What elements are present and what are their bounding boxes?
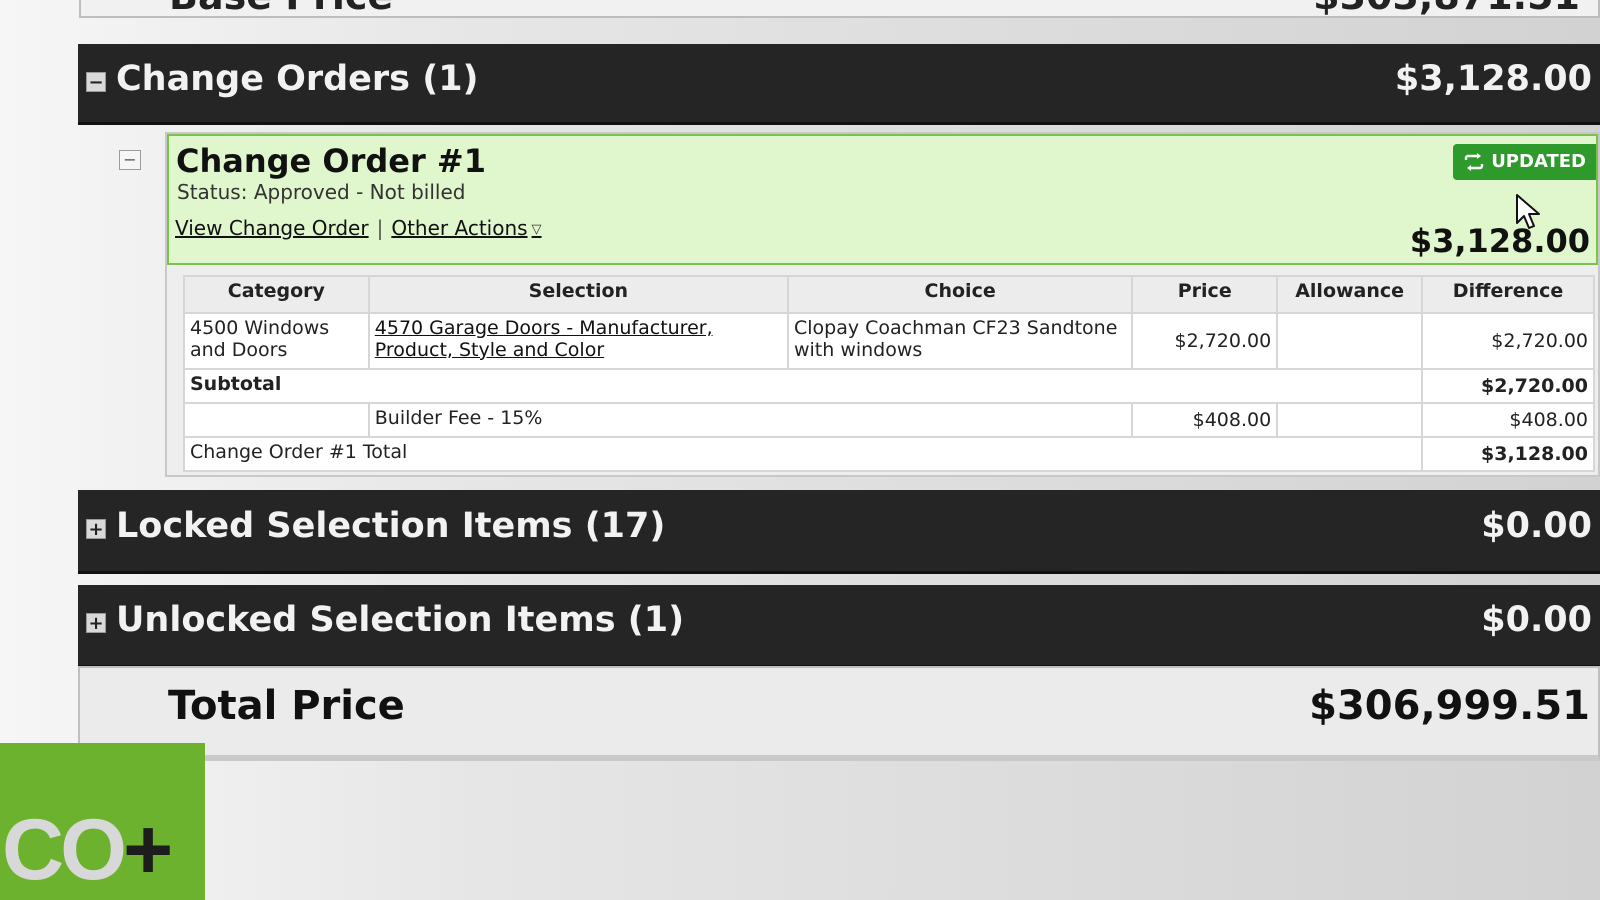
updated-badge: UPDATED: [1453, 144, 1596, 180]
updated-badge-label: UPDATED: [1491, 151, 1586, 172]
change-order-table: Category Selection Choice Price Allowanc…: [182, 275, 1595, 472]
column-header-selection: Selection: [367, 275, 789, 314]
change-order-amount: $3,128.00: [1409, 222, 1590, 260]
locked-selection-section-header[interactable]: + Locked Selection Items (17) $0.00: [78, 490, 1600, 574]
change-order-total-label: Change Order #1 Total: [182, 436, 1424, 472]
base-price-label: Base Price: [169, 0, 393, 18]
fee-empty-cell: [183, 402, 370, 438]
link-separator: |: [376, 216, 384, 240]
cell-selection: 4570 Garage Doors - Manufacturer, Produc…: [367, 312, 789, 370]
table-header-row: Category Selection Choice Price Allowanc…: [183, 275, 1595, 314]
change-order-total-row: Change Order #1 Total $3,128.00: [182, 436, 1595, 472]
co-plus-logo: CO+: [0, 743, 205, 900]
other-actions-label: Other Actions: [391, 216, 528, 240]
mouse-pointer-icon: [1516, 194, 1540, 229]
subtotal-row: Subtotal $2,720.00: [182, 368, 1595, 404]
total-price-row: Total Price $306,999.51: [78, 666, 1600, 761]
cell-difference: $2,720.00: [1421, 312, 1595, 370]
change-order-status: Status: Approved - Not billed: [177, 180, 466, 204]
change-order-actions: View Change Order | Other Actions ▽: [175, 216, 542, 240]
view-change-order-link[interactable]: View Change Order: [175, 216, 369, 240]
subtotal-label: Subtotal: [182, 368, 1424, 404]
builder-fee-label: Builder Fee - 15%: [367, 402, 1134, 438]
fee-allowance-cell: [1276, 402, 1424, 438]
builder-fee-difference: $408.00: [1421, 402, 1595, 438]
change-order-title: Change Order #1: [176, 142, 486, 180]
caret-down-icon: ▽: [531, 222, 542, 237]
builder-fee-price: $408.00: [1131, 402, 1279, 438]
column-header-price: Price: [1131, 275, 1279, 314]
unlocked-selection-title: Unlocked Selection Items (1): [116, 600, 685, 640]
column-header-difference: Difference: [1421, 275, 1595, 314]
change-order-total-difference: $3,128.00: [1421, 436, 1595, 472]
cell-choice: Clopay Coachman CF23 Sandtone with windo…: [786, 312, 1134, 370]
unlocked-selection-section-header[interactable]: + Unlocked Selection Items (1) $0.00: [78, 585, 1600, 668]
subtotal-difference: $2,720.00: [1421, 368, 1595, 404]
cell-allowance: [1276, 312, 1424, 370]
expand-icon[interactable]: +: [86, 519, 106, 540]
change-order-header: Change Order #1 Status: Approved - Not b…: [167, 134, 1598, 265]
column-header-allowance: Allowance: [1276, 275, 1424, 314]
base-price-value: $303,871.51: [1313, 0, 1580, 18]
total-price-value: $306,999.51: [1309, 683, 1590, 729]
column-header-choice: Choice: [786, 275, 1134, 314]
change-orders-title: Change Orders (1): [116, 59, 479, 99]
logo-text: CO+: [2, 802, 173, 898]
selection-link[interactable]: 4570 Garage Doors - Manufacturer, Produc…: [375, 317, 713, 361]
refresh-icon: [1464, 153, 1484, 171]
cell-category: 4500 Windows and Doors: [183, 312, 370, 370]
base-price-row: Base Price $303,871.51: [79, 0, 1600, 18]
expand-icon[interactable]: +: [86, 613, 106, 634]
change-orders-section-header[interactable]: − Change Orders (1) $3,128.00: [78, 44, 1600, 125]
collapse-icon[interactable]: −: [86, 72, 106, 93]
cell-price: $2,720.00: [1131, 312, 1279, 370]
other-actions-dropdown[interactable]: Other Actions ▽: [391, 216, 541, 240]
table-row: 4500 Windows and Doors 4570 Garage Doors…: [183, 312, 1595, 370]
change-order-collapse-icon[interactable]: −: [119, 150, 141, 170]
column-header-category: Category: [183, 275, 370, 314]
builder-fee-row: Builder Fee - 15% $408.00 $408.00: [183, 402, 1595, 438]
locked-selection-title: Locked Selection Items (17): [116, 506, 666, 546]
total-price-label: Total Price: [168, 683, 405, 729]
locked-selection-amount: $0.00: [1481, 506, 1592, 546]
unlocked-selection-amount: $0.00: [1481, 600, 1592, 640]
change-orders-amount: $3,128.00: [1394, 59, 1592, 99]
